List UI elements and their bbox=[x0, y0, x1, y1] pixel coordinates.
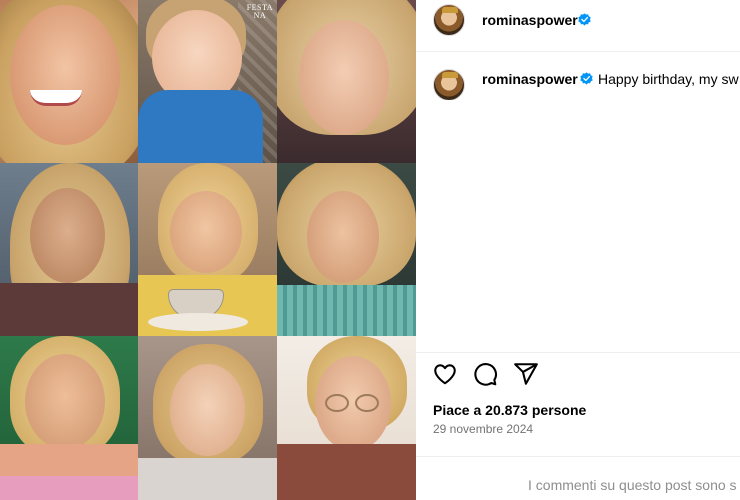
share-icon[interactable] bbox=[513, 361, 539, 387]
collage-photo-4 bbox=[0, 163, 138, 336]
action-bar bbox=[416, 352, 740, 392]
verified-badge-icon bbox=[580, 72, 593, 85]
collage-photo-3 bbox=[277, 0, 416, 163]
caption-username-link[interactable]: rominaspower bbox=[482, 71, 578, 87]
post-details-panel: rominaspower rominaspower Happy birthday… bbox=[416, 0, 740, 500]
comment-icon[interactable] bbox=[472, 361, 498, 387]
avatar[interactable] bbox=[433, 4, 465, 36]
collage-photo-9 bbox=[277, 336, 416, 500]
username-link[interactable]: rominaspower bbox=[482, 12, 578, 28]
caption-avatar[interactable] bbox=[433, 69, 465, 100]
caption-row: rominaspower Happy birthday, my sw bbox=[416, 60, 740, 100]
comments-disabled-notice: I commenti su questo post sono s bbox=[528, 477, 737, 493]
post-image-collage[interactable]: FESTA NA bbox=[0, 0, 416, 500]
post-header: rominaspower bbox=[416, 0, 740, 52]
collage-photo-5 bbox=[138, 163, 277, 336]
collage-photo-2: FESTA NA bbox=[138, 0, 277, 163]
heart-icon[interactable] bbox=[432, 361, 458, 387]
collage-photo-8 bbox=[138, 336, 277, 500]
comments-area: I commenti su questo post sono s bbox=[416, 456, 740, 500]
collage-stamp: FESTA NA bbox=[246, 3, 273, 20]
collage-photo-7 bbox=[0, 336, 138, 500]
verified-badge-icon bbox=[578, 13, 591, 26]
collage-photo-6 bbox=[277, 163, 416, 336]
caption-text: Happy birthday, my sw bbox=[598, 71, 739, 87]
likes-count[interactable]: Piace a 20.873 persone bbox=[433, 402, 586, 418]
collage-photo-1 bbox=[0, 0, 138, 163]
post-date[interactable]: 29 novembre 2024 bbox=[433, 422, 533, 436]
